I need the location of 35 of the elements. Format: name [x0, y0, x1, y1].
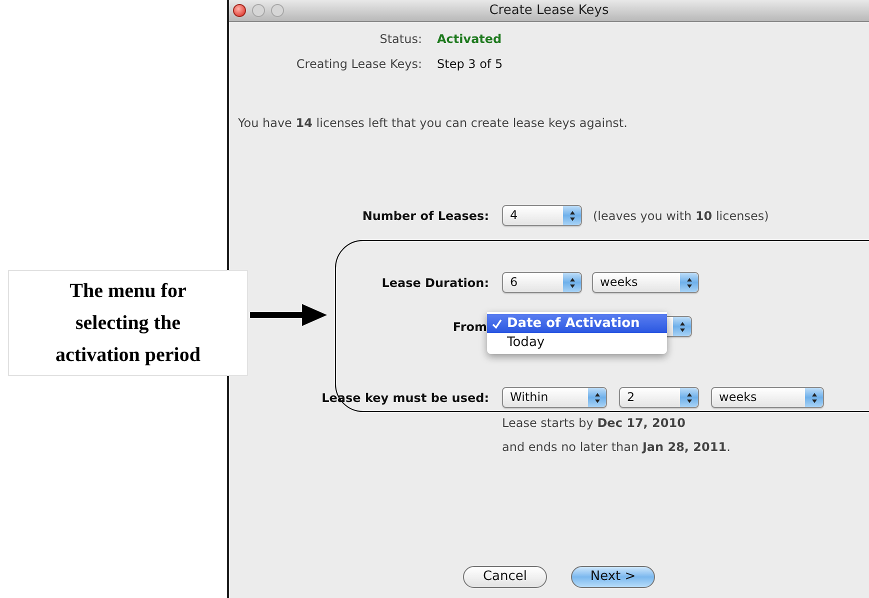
popup-button[interactable]: 6: [502, 272, 582, 293]
status-value: Activated: [437, 31, 502, 48]
date-text: and ends no later than Jan 28, 2011.: [502, 439, 732, 456]
summary-text: You have 14 licenses left that you can create lease keys against.: [238, 115, 628, 132]
cancel-button[interactable]: Cancel: [463, 566, 547, 588]
stepper-icon: [588, 388, 606, 407]
stepper-icon: [680, 273, 698, 292]
field-label: From: [452, 318, 487, 336]
stepper-icon: [563, 273, 581, 292]
popup-button[interactable]: 4: [502, 205, 582, 226]
zoom-button[interactable]: [271, 4, 284, 17]
callout-text: The menu for selecting the activation period: [54, 279, 202, 368]
popup-button[interactable]: Within: [502, 387, 607, 408]
date-text: Lease starts by Dec 17, 2010: [502, 415, 686, 432]
menu-item[interactable]: Today: [487, 333, 667, 352]
menu-item[interactable]: Date of Activation: [487, 314, 667, 333]
field-label: Number of Leases:: [361, 208, 489, 224]
stepper-icon: [805, 388, 823, 407]
step-value: Step 3 of 5: [437, 56, 503, 73]
popup-button[interactable]: weeks: [592, 272, 699, 293]
field-label: Lease Duration:: [380, 274, 489, 292]
arrow-icon: [250, 304, 327, 326]
close-button[interactable]: [233, 4, 246, 17]
popup-button[interactable]: 2: [619, 387, 699, 408]
field-label: Status:: [378, 31, 422, 48]
popup-button[interactable]: weeks: [711, 387, 824, 408]
leases-note: (leaves you with 10 licenses): [593, 208, 769, 224]
check-icon: [492, 318, 502, 328]
window-title: Create Lease Keys: [489, 2, 609, 20]
minimize-button[interactable]: [252, 4, 265, 17]
stepper-icon: [680, 388, 698, 407]
field-label: Creating Lease Keys:: [295, 56, 422, 73]
stepper-icon: [673, 317, 691, 336]
stepper-icon: [563, 206, 581, 225]
next-button[interactable]: Next >: [571, 566, 655, 588]
